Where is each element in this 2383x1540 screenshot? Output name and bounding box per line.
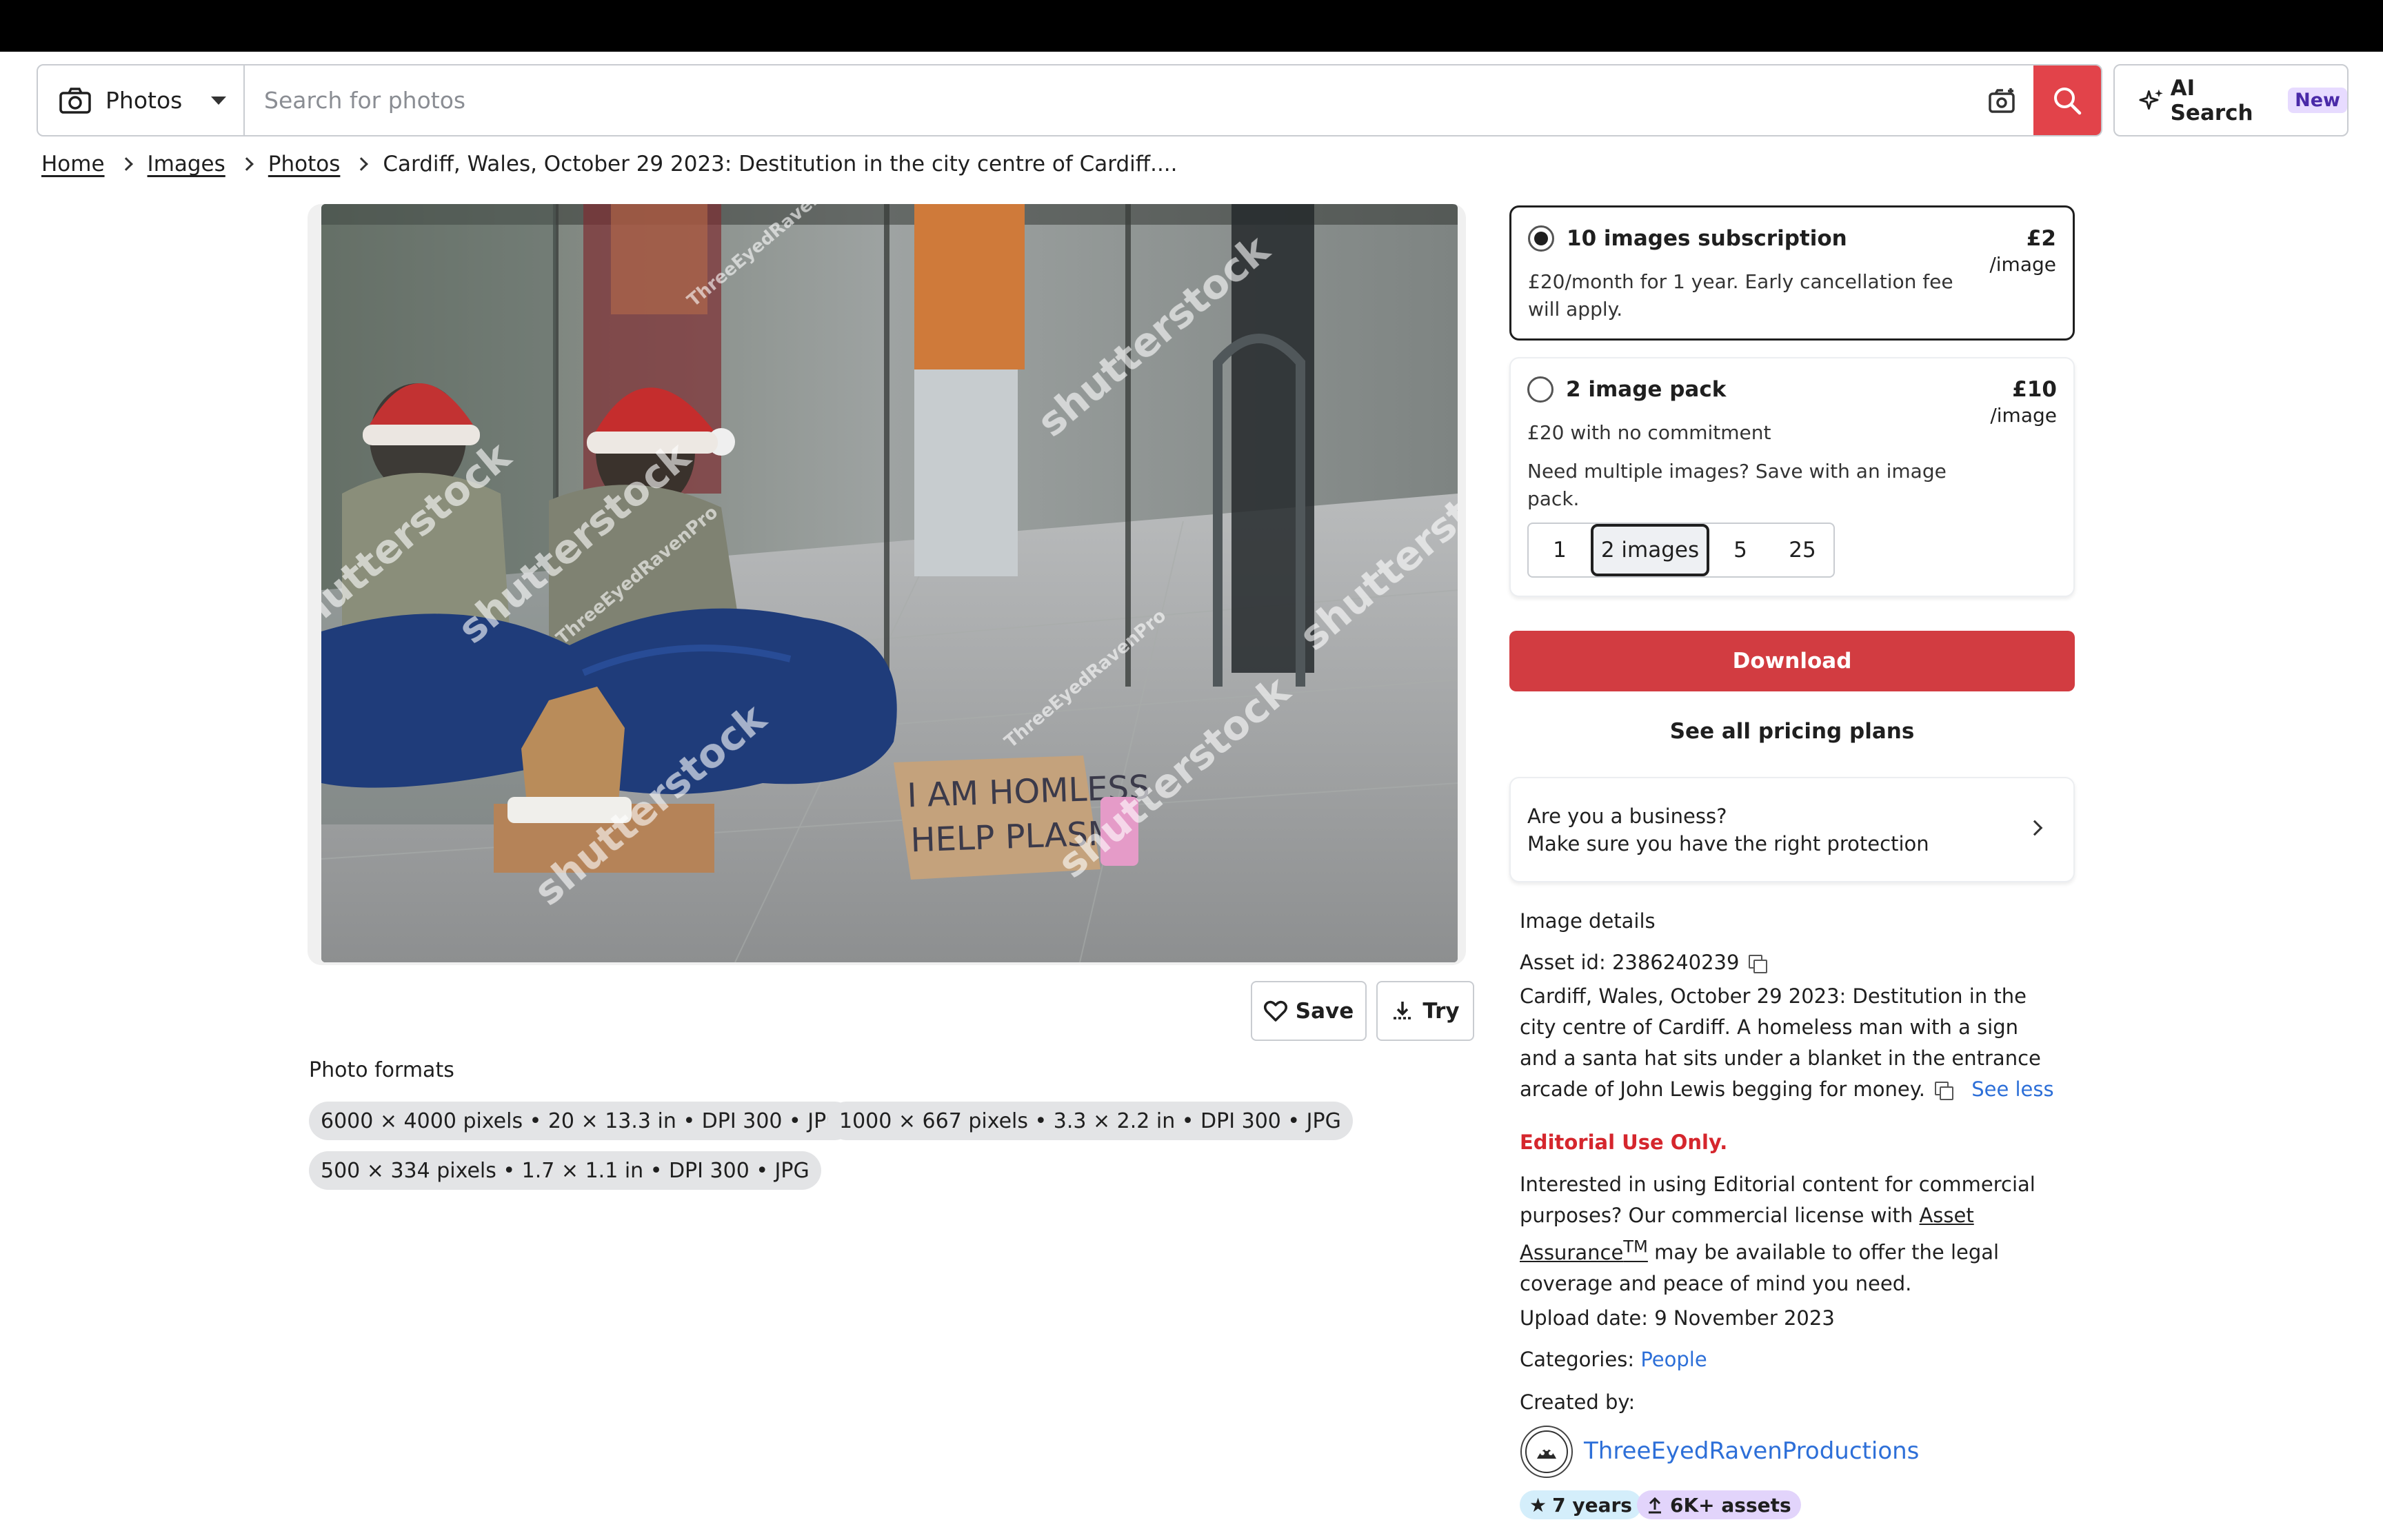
editorial-notice: Editorial Use Only. — [1520, 1131, 1728, 1154]
subscription-radio[interactable] — [1528, 225, 1554, 252]
quantity-option-2[interactable]: 2 images — [1591, 524, 1709, 576]
plan-pack-desc: £20 with no commitment — [1527, 421, 1771, 444]
image-description: Cardiff, Wales, October 29 2023: Destitu… — [1520, 981, 2058, 1105]
plan-subscription-per: /image — [1989, 253, 2056, 276]
categories-label: Categories: — [1520, 1348, 1635, 1371]
asset-id: Asset id: 2386240239 — [1520, 951, 1740, 974]
download-button[interactable]: Download — [1509, 631, 2075, 691]
plan-subscription[interactable]: 10 images subscription £2 /image £20/mon… — [1509, 205, 2075, 341]
created-by-label: Created by: — [1520, 1390, 1636, 1414]
upload-date: Upload date: 9 November 2023 — [1520, 1306, 1835, 1330]
download-icon — [1394, 1001, 1412, 1020]
plan-subscription-price: £2 — [2026, 226, 2056, 251]
sparkle-icon — [2139, 89, 2163, 110]
quantity-option-25[interactable]: 25 — [1771, 524, 1833, 576]
years-badge: ★ 7 years — [1520, 1490, 1642, 1519]
copy-icon[interactable] — [1934, 1082, 1953, 1100]
business-protection-card[interactable]: Are you a business? Make sure you have t… — [1509, 777, 2075, 882]
plan-pack-hint: Need multiple images? Save with an image… — [1527, 460, 1947, 510]
search-bar: Photos — [37, 64, 2102, 136]
browser-top-bar — [0, 0, 2383, 52]
chevron-right-icon — [354, 157, 369, 171]
photo-formats-title: Photo formats — [309, 1058, 454, 1082]
assets-badge: 6K+ assets — [1637, 1490, 1801, 1519]
commercial-license-text: Interested in using Editorial content fo… — [1520, 1169, 2071, 1299]
search-input[interactable] — [245, 65, 1971, 135]
upload-icon — [1649, 1497, 1661, 1514]
search-type-dropdown[interactable]: Photos — [38, 65, 245, 135]
copy-icon[interactable] — [1749, 955, 1768, 973]
save-button[interactable]: Save — [1251, 981, 1367, 1041]
assets-badge-label: 6K+ assets — [1670, 1493, 1791, 1517]
description-text: Cardiff, Wales, October 29 2023: Destitu… — [1520, 984, 2041, 1101]
try-button[interactable]: Try — [1376, 981, 1474, 1041]
camera-icon — [59, 87, 91, 114]
image-search-icon — [1989, 88, 2015, 113]
business-subtitle: Make sure you have the right protection — [1527, 832, 1929, 855]
see-all-pricing-link[interactable]: See all pricing plans — [1509, 719, 2075, 744]
chevron-right-icon — [119, 157, 133, 171]
see-less-link[interactable]: See less — [1971, 1077, 2053, 1101]
heart-icon — [1263, 1000, 1287, 1022]
try-label: Try — [1422, 998, 1460, 1024]
save-label: Save — [1295, 998, 1354, 1024]
format-chip-large[interactable]: 6000 × 4000 pixels • 20 × 13.3 in • DPI … — [309, 1102, 854, 1140]
breadcrumb-home[interactable]: Home — [41, 152, 105, 176]
quantity-option-5[interactable]: 5 — [1709, 524, 1771, 576]
new-badge: New — [2288, 88, 2347, 113]
stock-photo[interactable]: I AM HOMLESS HELP PLASM shutterstock shu… — [321, 204, 1458, 962]
format-chip-small[interactable]: 500 × 334 pixels • 1.7 × 1.1 in • DPI 30… — [309, 1151, 821, 1190]
category-link[interactable]: People — [1640, 1348, 1707, 1371]
plan-subscription-desc: £20/month for 1 year. Early cancellation… — [1528, 270, 1953, 321]
quantity-option-1[interactable]: 1 — [1529, 524, 1591, 576]
chevron-down-icon — [211, 96, 227, 105]
chevron-right-icon — [239, 157, 254, 171]
search-button[interactable] — [2033, 65, 2101, 135]
plan-pack-price: £10 — [2012, 377, 2057, 402]
breadcrumb-photos[interactable]: Photos — [268, 152, 341, 176]
breadcrumb-current: Cardiff, Wales, October 29 2023: Destitu… — [383, 152, 1178, 176]
trademark: TM — [1623, 1237, 1648, 1256]
search-type-label: Photos — [105, 87, 183, 114]
plan-pack-title: 2 image pack — [1566, 377, 1727, 402]
creator-avatar[interactable] — [1520, 1426, 1573, 1478]
plan-subscription-title: 10 images subscription — [1567, 226, 1847, 251]
pack-quantity-selector: 1 2 images 5 25 — [1527, 523, 1835, 578]
search-icon — [2054, 87, 2082, 114]
chevron-right-icon — [2027, 820, 2043, 836]
ai-search-label: AI Search — [2170, 75, 2253, 125]
creator-name-link[interactable]: ThreeEyedRavenProductions — [1584, 1437, 1919, 1465]
image-details-title: Image details — [1520, 909, 1656, 933]
breadcrumb-images[interactable]: Images — [148, 152, 225, 176]
business-question: Are you a business? — [1527, 804, 1727, 828]
plan-pack[interactable]: 2 image pack £10 /image £20 with no comm… — [1509, 357, 2075, 597]
photo-illustration: I AM HOMLESS HELP PLASM shutterstock shu… — [321, 204, 1458, 962]
image-preview-frame: I AM HOMLESS HELP PLASM shutterstock shu… — [308, 204, 1466, 965]
years-badge-label: 7 years — [1552, 1493, 1632, 1517]
star-icon: ★ — [1529, 1493, 1547, 1517]
plan-pack-per: /image — [1990, 404, 2057, 427]
categories-row: Categories: People — [1520, 1344, 1707, 1375]
asset-id-row: Asset id: 2386240239 — [1520, 947, 1768, 978]
format-chip-medium[interactable]: 1000 × 667 pixels • 3.3 × 2.2 in • DPI 3… — [827, 1102, 1353, 1140]
breadcrumb: Home Images Photos Cardiff, Wales, Octob… — [41, 150, 1178, 178]
ai-search-button[interactable]: AI Search New — [2113, 64, 2349, 136]
visual-search-button[interactable] — [1971, 65, 2033, 135]
creator-logo-icon — [1525, 1430, 1568, 1473]
pack-radio[interactable] — [1527, 376, 1554, 403]
